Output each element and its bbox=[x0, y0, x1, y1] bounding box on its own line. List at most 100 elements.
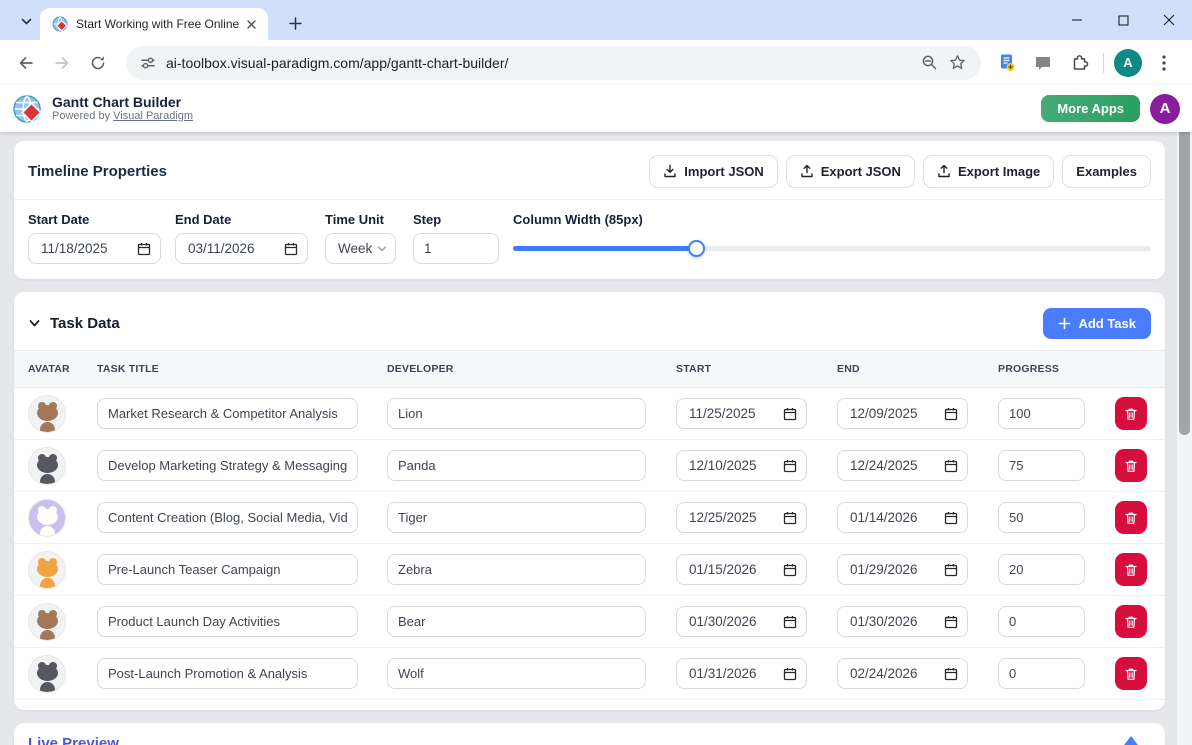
progress-input[interactable] bbox=[998, 554, 1085, 585]
time-unit-select[interactable]: Week bbox=[325, 233, 396, 264]
start-date-input[interactable]: 12/25/2025 bbox=[676, 502, 807, 533]
calendar-icon[interactable] bbox=[944, 459, 958, 473]
delete-task-button[interactable] bbox=[1115, 501, 1147, 534]
delete-task-button[interactable] bbox=[1115, 449, 1147, 482]
progress-input[interactable] bbox=[998, 502, 1085, 533]
zoom-out-button[interactable] bbox=[915, 49, 943, 77]
task-data-title: Task Data bbox=[50, 315, 120, 332]
import-json-button[interactable]: Import JSON bbox=[649, 155, 777, 188]
calendar-icon[interactable] bbox=[284, 242, 298, 256]
step-input[interactable] bbox=[413, 233, 499, 264]
page-scrollbar[interactable] bbox=[1177, 85, 1192, 745]
developer-input[interactable] bbox=[387, 450, 646, 481]
docs-extension-button[interactable] bbox=[991, 47, 1023, 79]
calendar-icon[interactable] bbox=[783, 667, 797, 681]
calendar-icon[interactable] bbox=[944, 563, 958, 577]
task-title-input[interactable] bbox=[97, 658, 358, 689]
start-date-input[interactable]: 01/30/2026 bbox=[676, 606, 807, 637]
progress-input[interactable] bbox=[998, 658, 1085, 689]
extensions-button[interactable] bbox=[1063, 47, 1095, 79]
delete-task-button[interactable] bbox=[1115, 657, 1147, 690]
start-date-input[interactable]: 11/25/2025 bbox=[676, 398, 807, 429]
calendar-icon[interactable] bbox=[783, 511, 797, 525]
user-avatar[interactable]: A bbox=[1150, 94, 1180, 124]
calendar-icon[interactable] bbox=[783, 563, 797, 577]
delete-task-button[interactable] bbox=[1115, 605, 1147, 638]
window-minimize-button[interactable] bbox=[1054, 0, 1100, 40]
delete-task-button[interactable] bbox=[1115, 553, 1147, 586]
calendar-icon[interactable] bbox=[137, 242, 151, 256]
end-date-input[interactable]: 02/24/2026 bbox=[837, 658, 968, 689]
forward-button[interactable] bbox=[46, 47, 78, 79]
developer-input[interactable] bbox=[387, 502, 646, 533]
start-date-input[interactable]: 11/18/2025 bbox=[28, 233, 161, 264]
task-title-input[interactable] bbox=[97, 502, 358, 533]
calendar-icon[interactable] bbox=[783, 615, 797, 629]
browser-tab[interactable]: Start Working with Free Online bbox=[40, 8, 268, 40]
developer-input[interactable] bbox=[387, 606, 646, 637]
maximize-icon bbox=[1118, 15, 1129, 26]
tab-title: Start Working with Free Online bbox=[76, 17, 242, 31]
task-title-input[interactable] bbox=[97, 450, 358, 481]
floating-widget[interactable] bbox=[1121, 736, 1141, 745]
end-date-input[interactable]: 03/11/2026 bbox=[175, 233, 308, 264]
column-width-field: Column Width (85px) bbox=[513, 212, 1151, 264]
progress-input[interactable] bbox=[998, 450, 1085, 481]
new-tab-button[interactable] bbox=[282, 10, 308, 36]
visual-paradigm-link[interactable]: Visual Paradigm bbox=[113, 110, 193, 122]
end-date-input[interactable]: 01/14/2026 bbox=[837, 502, 968, 533]
calendar-icon[interactable] bbox=[783, 407, 797, 421]
table-row: 01/30/2026 01/30/2026 bbox=[14, 596, 1165, 648]
tab-close-button[interactable] bbox=[242, 15, 260, 33]
sidepanel-extension-button[interactable] bbox=[1027, 47, 1059, 79]
reload-button[interactable] bbox=[82, 47, 114, 79]
developer-input[interactable] bbox=[387, 554, 646, 585]
reload-icon bbox=[89, 54, 107, 72]
task-title-input[interactable] bbox=[97, 606, 358, 637]
start-date-input[interactable]: 01/15/2026 bbox=[676, 554, 807, 585]
scrollbar-thumb[interactable] bbox=[1179, 90, 1190, 435]
task-title-input[interactable] bbox=[97, 554, 358, 585]
start-date-input[interactable]: 01/31/2026 bbox=[676, 658, 807, 689]
browser-profile-avatar[interactable]: A bbox=[1114, 49, 1142, 77]
calendar-icon[interactable] bbox=[783, 459, 797, 473]
calendar-icon[interactable] bbox=[944, 407, 958, 421]
calendar-icon[interactable] bbox=[944, 667, 958, 681]
developer-input[interactable] bbox=[387, 398, 646, 429]
browser-toolbar: ai-toolbox.visual-paradigm.com/app/gantt… bbox=[0, 40, 1192, 85]
progress-input[interactable] bbox=[998, 398, 1085, 429]
browser-menu-button[interactable] bbox=[1148, 47, 1180, 79]
end-date-input[interactable]: 12/24/2025 bbox=[837, 450, 968, 481]
window-close-button[interactable] bbox=[1146, 0, 1192, 40]
tab-search-button[interactable] bbox=[13, 9, 39, 33]
end-date-input[interactable]: 12/09/2025 bbox=[837, 398, 968, 429]
address-bar[interactable]: ai-toolbox.visual-paradigm.com/app/gantt… bbox=[126, 46, 981, 80]
column-width-thumb[interactable] bbox=[688, 240, 705, 257]
visual-paradigm-logo bbox=[12, 93, 44, 125]
progress-input[interactable] bbox=[998, 606, 1085, 637]
end-date-input[interactable]: 01/29/2026 bbox=[837, 554, 968, 585]
avatar bbox=[28, 603, 66, 641]
developer-input[interactable] bbox=[387, 658, 646, 689]
calendar-icon[interactable] bbox=[944, 615, 958, 629]
examples-button[interactable]: Examples bbox=[1062, 155, 1151, 188]
end-date-input[interactable]: 01/30/2026 bbox=[837, 606, 968, 637]
timeline-properties-card: Timeline Properties Import JSON Export J… bbox=[14, 141, 1165, 279]
avatar bbox=[28, 655, 66, 693]
start-date-input[interactable]: 12/10/2025 bbox=[676, 450, 807, 481]
delete-task-button[interactable] bbox=[1115, 397, 1147, 430]
export-json-button[interactable]: Export JSON bbox=[786, 155, 915, 188]
bookmark-button[interactable] bbox=[943, 49, 971, 77]
add-task-button[interactable]: Add Task bbox=[1043, 308, 1151, 339]
calendar-icon[interactable] bbox=[944, 511, 958, 525]
column-width-slider[interactable] bbox=[513, 233, 1151, 264]
task-data-toggle[interactable]: Task Data bbox=[28, 315, 120, 332]
more-apps-button[interactable]: More Apps bbox=[1041, 95, 1140, 122]
column-header-progress: PROGRESS bbox=[998, 363, 1115, 375]
export-image-button[interactable]: Export Image bbox=[923, 155, 1054, 188]
url-text[interactable]: ai-toolbox.visual-paradigm.com/app/gantt… bbox=[166, 55, 915, 71]
back-button[interactable] bbox=[10, 47, 42, 79]
task-title-input[interactable] bbox=[97, 398, 358, 429]
window-maximize-button[interactable] bbox=[1100, 0, 1146, 40]
download-icon bbox=[663, 164, 677, 178]
